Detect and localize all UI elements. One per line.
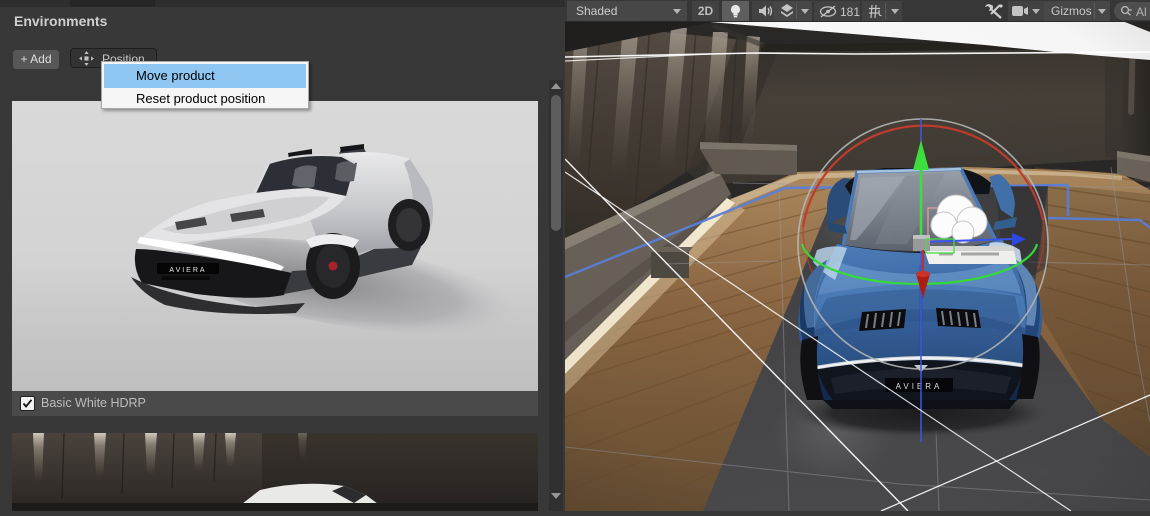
svg-text:AVIERA: AVIERA [169, 267, 206, 274]
